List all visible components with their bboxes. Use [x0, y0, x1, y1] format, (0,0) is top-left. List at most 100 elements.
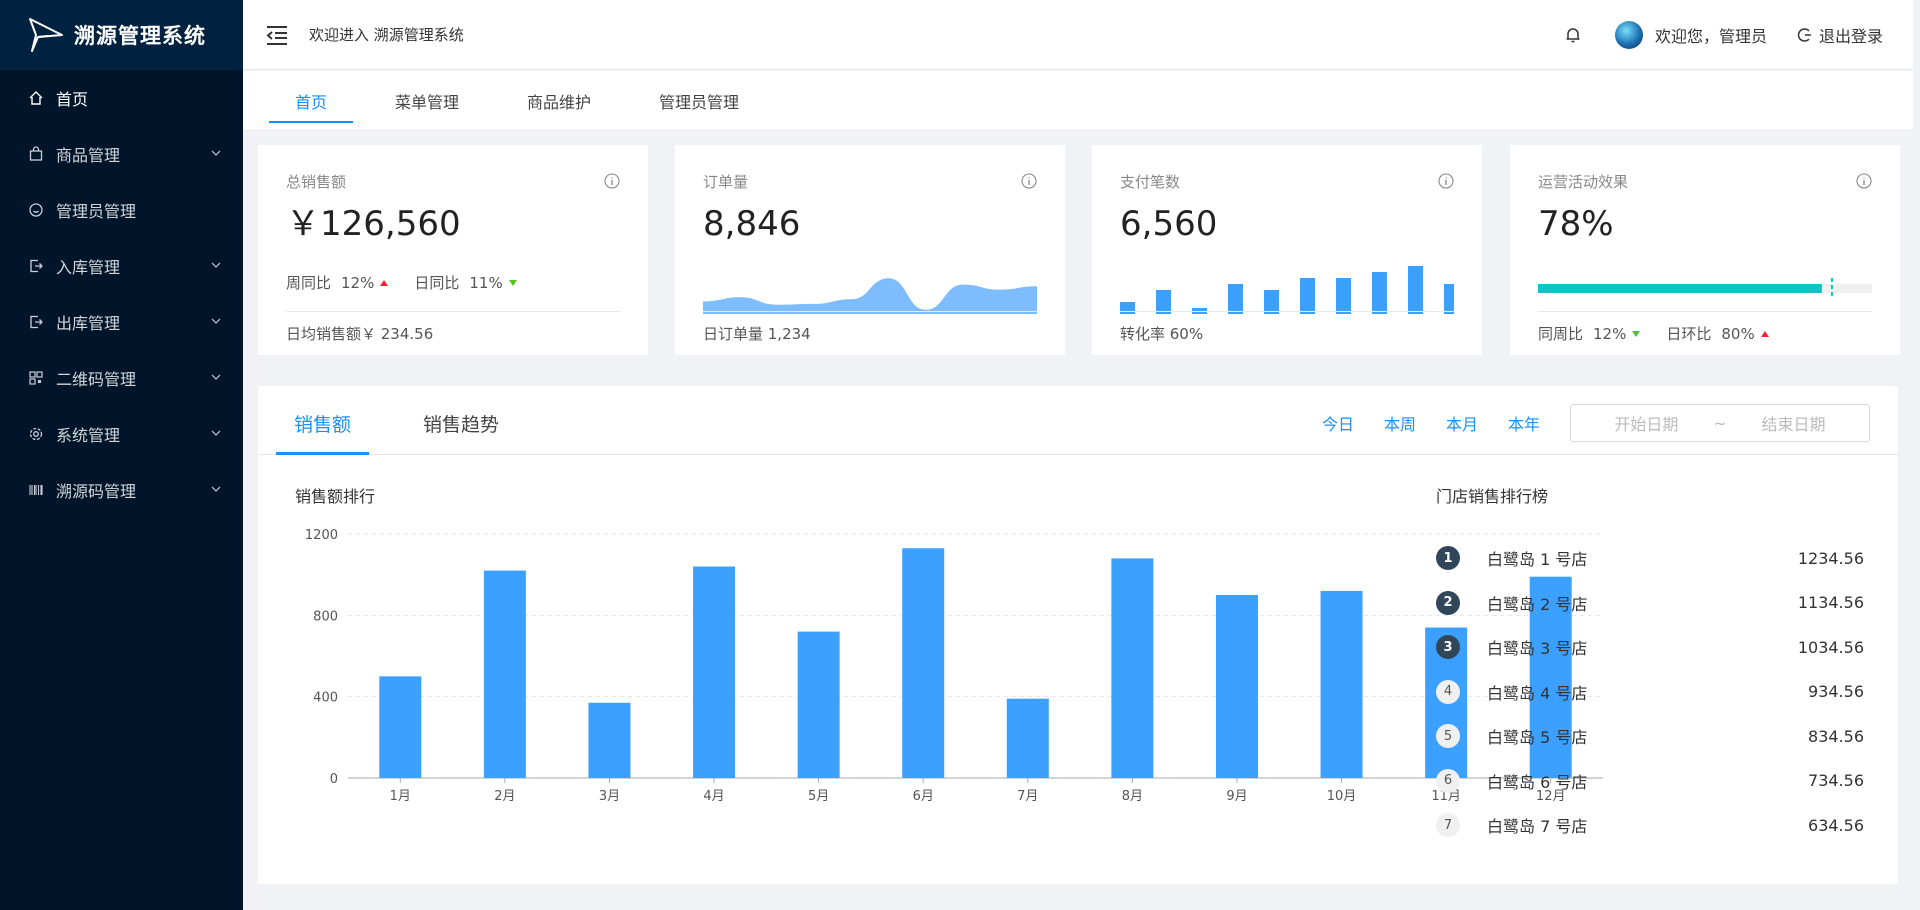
- sidebar-item-label: 二维码管理: [56, 370, 137, 389]
- rank-badge: 5: [1436, 724, 1460, 749]
- sidebar-item-outbound[interactable]: 出库管理: [0, 294, 243, 350]
- tab-product-maintenance[interactable]: 商品维护: [501, 71, 617, 131]
- sidebar-item-home[interactable]: 首页: [0, 70, 243, 126]
- bar[interactable]: [797, 631, 840, 778]
- qrcode-icon: [28, 370, 44, 386]
- welcome-text: 欢迎进入 溯源管理系统: [309, 26, 464, 44]
- date-range-picker[interactable]: 开始日期 ~ 结束日期: [1570, 404, 1870, 442]
- store-name: 白鹭岛 5 号店: [1487, 728, 1588, 748]
- card-footer: 日订单量 1,234: [703, 311, 1037, 355]
- sidebar-item-qrcode[interactable]: 二维码管理: [0, 350, 243, 406]
- card-title: 支付笔数: [1120, 173, 1181, 191]
- wow-label: 同周比: [1538, 325, 1584, 343]
- info-icon[interactable]: [1438, 173, 1454, 189]
- list-item: 1 白鹭岛 1 号店 1234.56: [1436, 536, 1864, 581]
- menu-fold-icon[interactable]: [263, 21, 291, 49]
- info-icon[interactable]: [1856, 173, 1872, 189]
- mini-bar: [1408, 266, 1423, 314]
- range-year[interactable]: 本年: [1508, 411, 1540, 435]
- bar[interactable]: [902, 548, 945, 778]
- sidebar: 溯源管理系统 首页 商品管理 管理员管理 入库管理 出库管理 二维码管理 系统管…: [0, 0, 243, 910]
- date-separator: ~: [1713, 413, 1727, 433]
- bar[interactable]: [1006, 698, 1049, 778]
- bar[interactable]: [693, 566, 736, 778]
- store-name: 白鹭岛 2 号店: [1487, 594, 1588, 614]
- store-sales: 1134.56: [1797, 593, 1864, 613]
- rank-badge: 7: [1436, 813, 1460, 838]
- sales-panel: 销售额 销售趋势 今日 本周 本月 本年 开始日期 ~ 结束日期 销售额排行 0…: [258, 386, 1898, 884]
- mini-bar: [1228, 284, 1243, 314]
- store-sales: 934.56: [1808, 682, 1864, 702]
- mini-bar: [1372, 272, 1387, 314]
- store-name: 白鹭岛 3 号店: [1487, 639, 1588, 659]
- range-today[interactable]: 今日: [1322, 411, 1354, 435]
- ranking-title: 门店销售排行榜: [1436, 487, 1549, 506]
- bar[interactable]: [379, 676, 422, 778]
- page-tabs: 首页 菜单管理 商品维护 管理员管理: [243, 71, 1913, 131]
- tab-sales[interactable]: 销售额: [276, 410, 370, 455]
- dod-value: 80%: [1721, 324, 1755, 343]
- bar[interactable]: [1320, 590, 1363, 778]
- logo[interactable]: 溯源管理系统: [0, 0, 243, 70]
- store-ranking-list: 1 白鹭岛 1 号店 1234.56 2 白鹭岛 2 号店 1134.56 3 白鹭岛 3…: [1436, 536, 1864, 848]
- tab-admin-management[interactable]: 管理员管理: [633, 71, 765, 131]
- sidebar-item-label: 溯源码管理: [56, 482, 137, 501]
- tab-sales-trend[interactable]: 销售趋势: [405, 410, 517, 454]
- sidebar-item-label: 入库管理: [56, 258, 121, 277]
- wow-value: 12%: [1593, 324, 1627, 343]
- mini-bar: [1300, 278, 1315, 314]
- caret-down-icon: [508, 279, 517, 286]
- panel-tabs: 销售额 销售趋势 今日 本周 本月 本年 开始日期 ~ 结束日期: [258, 386, 1898, 455]
- bell-icon[interactable]: [1563, 25, 1583, 45]
- bar[interactable]: [1111, 558, 1154, 778]
- bar[interactable]: [588, 702, 631, 778]
- y-tick-label: 400: [313, 691, 338, 706]
- logout-label: 退出登录: [1818, 26, 1883, 46]
- info-icon[interactable]: [1021, 173, 1037, 189]
- chevron-down-icon: [211, 318, 221, 324]
- progress-bar: [1538, 278, 1872, 299]
- bar[interactable]: [483, 570, 526, 778]
- avatar[interactable]: [1614, 20, 1643, 49]
- dod-value: 11%: [469, 273, 503, 292]
- store-name: 白鹭岛 4 号店: [1487, 683, 1588, 703]
- user-greeting[interactable]: 欢迎您，管理员: [1655, 23, 1767, 47]
- mini-bar: [1336, 278, 1351, 314]
- card-payments: 支付笔数 6,560 转化率 60%: [1092, 145, 1482, 355]
- card-value: 8,846: [703, 204, 801, 244]
- mini-bar: [1444, 284, 1459, 314]
- info-icon[interactable]: [604, 173, 620, 189]
- sidebar-item-system[interactable]: 系统管理: [0, 406, 243, 462]
- x-tick-label: 1月: [390, 789, 411, 804]
- logout-button[interactable]: 退出登录: [1797, 23, 1883, 47]
- chevron-down-icon: [211, 374, 221, 380]
- list-item: 3 白鹭岛 3 号店 1034.56: [1436, 625, 1864, 670]
- sidebar-item-products[interactable]: 商品管理: [0, 126, 243, 182]
- range-month[interactable]: 本月: [1446, 411, 1478, 435]
- sidebar-item-inbound[interactable]: 入库管理: [0, 238, 243, 294]
- chevron-down-icon: [211, 150, 221, 156]
- rank-badge: 6: [1436, 768, 1460, 793]
- tab-menu-management[interactable]: 菜单管理: [369, 71, 485, 131]
- x-tick-label: 7月: [1017, 789, 1038, 804]
- sidebar-item-admins[interactable]: 管理员管理: [0, 182, 243, 238]
- dod-label: 日环比: [1666, 325, 1712, 343]
- barcode-icon: [28, 482, 44, 498]
- caret-up-icon: [1760, 330, 1769, 337]
- range-week[interactable]: 本周: [1384, 411, 1416, 435]
- card-total-sales: 总销售额 ￥126,560 周同比 12% 日同比 11% 日均销售额￥ 234…: [258, 145, 648, 355]
- bar[interactable]: [1215, 595, 1258, 778]
- tab-home[interactable]: 首页: [269, 71, 354, 131]
- end-date-input[interactable]: 结束日期: [1762, 411, 1826, 435]
- store-sales: 1034.56: [1797, 637, 1864, 657]
- daily-average-sales: 日均销售额￥ 234.56: [286, 325, 434, 343]
- home-icon: [28, 90, 44, 106]
- start-date-input[interactable]: 开始日期: [1614, 411, 1678, 435]
- sidebar-item-tracecode[interactable]: 溯源码管理: [0, 462, 243, 518]
- x-tick-label: 2月: [494, 789, 515, 804]
- card-value: 6,560: [1120, 204, 1218, 244]
- import-icon: [28, 258, 44, 274]
- progress-fill: [1538, 284, 1822, 293]
- daily-orders: 日订单量 1,234: [703, 325, 811, 343]
- rank-badge: 2: [1436, 590, 1460, 615]
